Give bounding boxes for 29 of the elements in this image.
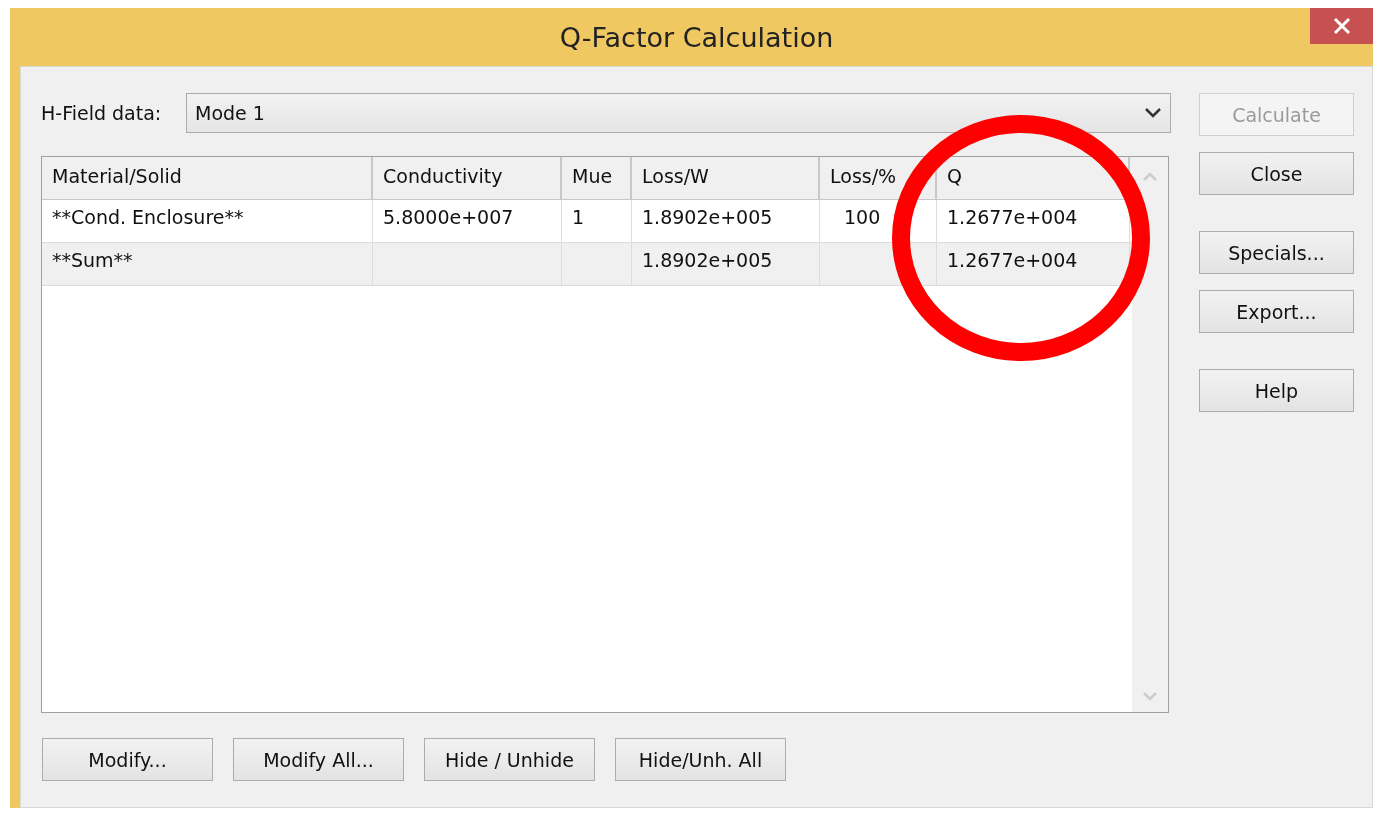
column-header[interactable]: Q [937, 157, 1130, 200]
action-button[interactable]: Hide / Unhide [424, 738, 595, 781]
chevron-down-icon [1144, 107, 1162, 119]
action-button[interactable]: Modify All... [233, 738, 404, 781]
action-button[interactable]: Modify... [42, 738, 213, 781]
close-button[interactable] [1310, 8, 1373, 44]
column-header[interactable]: Loss/W [632, 157, 820, 200]
table-cell: **Cond. Enclosure** [52, 206, 244, 228]
table-cell: 1.8902e+005 [642, 206, 773, 228]
action-button[interactable]: Export... [1199, 290, 1354, 333]
window-title: Q-Factor Calculation [559, 21, 834, 53]
column-header[interactable]: Mue [562, 157, 632, 200]
table-cell: 100 [844, 206, 881, 228]
column-header[interactable]: Loss/% [820, 157, 937, 200]
table-cell: 1.8902e+005 [642, 249, 773, 271]
table-cell: 1.2677e+004 [947, 206, 1078, 228]
table-cell: 5.8000e+007 [383, 206, 514, 228]
action-button[interactable]: Specials... [1199, 231, 1354, 274]
table-cell: **Sum** [52, 249, 133, 271]
table-cell: 1 [572, 206, 585, 228]
column-header[interactable]: Conductivity [373, 157, 562, 200]
mode-dropdown[interactable]: Mode 1 [186, 93, 1171, 133]
action-button[interactable]: Close [1199, 152, 1354, 195]
action-button[interactable]: Help [1199, 369, 1354, 412]
column-header[interactable]: Material/Solid [42, 157, 373, 200]
action-button[interactable]: Hide/Unh. All [615, 738, 786, 781]
table-cell: 1.2677e+004 [947, 249, 1078, 271]
field-label: H-Field data: [41, 102, 163, 124]
close-icon [1332, 17, 1351, 35]
